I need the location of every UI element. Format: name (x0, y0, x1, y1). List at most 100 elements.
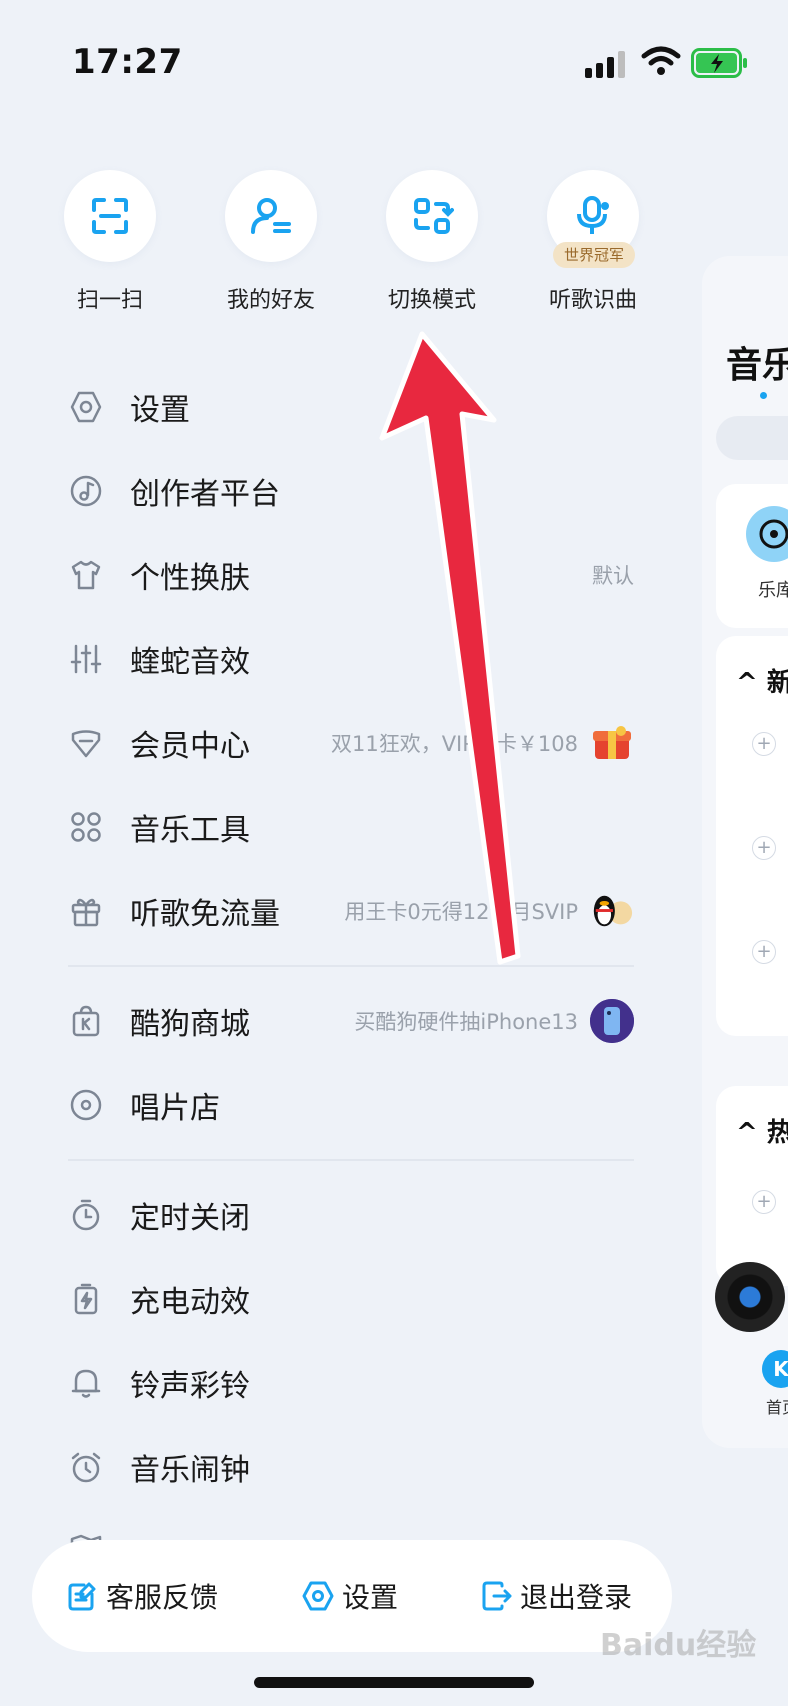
quick-entry-card: 乐库 (716, 484, 788, 628)
section-title-text: 热 (766, 1118, 788, 1148)
friends-icon (225, 170, 317, 262)
section-title-text: 新 (766, 668, 788, 698)
menu-label: 设置 (130, 393, 190, 428)
quick-scan-label: 扫一扫 (76, 288, 143, 313)
add-icon[interactable]: + (752, 836, 776, 860)
charging-icon (68, 1281, 104, 1317)
quick-friends[interactable]: 我的好友 (201, 170, 341, 314)
main-search-bar[interactable] (716, 416, 788, 460)
skin-value: 默认 (592, 564, 634, 588)
signal-icon (585, 51, 625, 78)
logout-label: 退出登录 (520, 1581, 633, 1614)
bottom-action-bar: 客服反馈 设置 退出登录 (32, 1540, 672, 1652)
feedback-button[interactable]: 客服反馈 (66, 1540, 218, 1652)
battery-icon (691, 48, 747, 78)
champion-badge: 世界冠军 (553, 242, 635, 268)
status-bar: 17:27 (0, 0, 788, 110)
quick-friends-label: 我的好友 (226, 288, 315, 313)
menu-label: 定时关闭 (130, 1201, 250, 1236)
quick-switch-mode-label: 切换模式 (387, 288, 476, 313)
main-page-title: 音乐 (726, 345, 788, 386)
add-icon[interactable]: + (752, 940, 776, 964)
settings-label: 设置 (342, 1581, 399, 1614)
menu-label: 酷狗商城 (130, 1007, 250, 1042)
vip-promo-text: 双11狂欢，VIP年卡￥108 (330, 732, 578, 756)
quick-actions: 扫一扫 我的好友 切换模式 世界冠军 听歌识曲 (0, 170, 788, 320)
menu-item-vip-center[interactable]: 会员中心 双11狂欢，VIP年卡￥108 (64, 701, 634, 785)
status-time: 17:27 (72, 42, 183, 82)
settings-icon (302, 1581, 334, 1611)
hot-songs-section-title: ^ 热 (736, 1112, 788, 1149)
settings-icon (68, 389, 104, 425)
home-tab-icon[interactable]: K (762, 1350, 788, 1388)
menu-item-charging-effect[interactable]: 充电动效 (64, 1257, 634, 1341)
active-tab-dot (760, 392, 767, 399)
menu-label: 充电动效 (130, 1285, 250, 1320)
home-tab-label: 首页 (766, 1398, 788, 1417)
hot-songs-card: ^ 热 + (716, 1086, 788, 1286)
menu-label: 蝰蛇音效 (130, 645, 250, 680)
logout-icon (482, 1581, 512, 1611)
menu-label: 个性换肤 (130, 561, 250, 596)
home-indicator (254, 1677, 534, 1688)
shop-promo-text: 买酷狗硬件抽iPhone13 (354, 1010, 578, 1034)
scan-icon (64, 170, 156, 262)
quick-switch-mode[interactable]: 切换模式 (362, 170, 502, 314)
menu-item-skin[interactable]: 个性换肤 默认 (64, 533, 634, 617)
menu-label: 创作者平台 (130, 477, 280, 512)
menu-label: 听歌免流量 (130, 897, 280, 932)
equalizer-icon (68, 641, 104, 677)
menu-item-ringtone[interactable]: 铃声彩铃 (64, 1341, 634, 1425)
gift-box-thumb (590, 721, 634, 765)
library-label: 乐库 (758, 580, 788, 601)
quick-scan[interactable]: 扫一扫 (40, 170, 180, 314)
menu-right-text: 双11狂欢，VIP年卡￥108 (331, 701, 634, 785)
menu-item-alarm[interactable]: 音乐闹钟 (64, 1425, 634, 1509)
add-icon[interactable]: + (752, 1190, 776, 1214)
menu-right-text: 默认 (592, 533, 634, 617)
status-icons (585, 46, 750, 80)
phone-thumb (590, 999, 634, 1043)
feedback-icon (68, 1582, 96, 1611)
menu-right-text: 买酷狗硬件抽iPhone13 (354, 979, 634, 1063)
record-icon (68, 1087, 104, 1123)
menu-item-creator[interactable]: 创作者平台 (64, 449, 634, 533)
menu-label: 唱片店 (130, 1091, 220, 1126)
menu-divider (68, 1159, 634, 1161)
menu-item-shop[interactable]: 酷狗商城 买酷狗硬件抽iPhone13 (64, 979, 634, 1063)
menu-item-settings[interactable]: 设置 (64, 365, 634, 449)
shop-icon (68, 1003, 104, 1039)
bell-icon (68, 1365, 104, 1401)
free-data-promo-text: 用王卡0元得12个月SVIP (344, 900, 578, 924)
watermark: Baidu经验 (600, 1628, 757, 1663)
switch-mode-icon (386, 170, 478, 262)
wifi-icon (641, 46, 681, 75)
settings-button[interactable]: 设置 (302, 1540, 398, 1652)
add-icon[interactable]: + (752, 732, 776, 756)
menu-item-record-store[interactable]: 唱片店 (64, 1063, 634, 1147)
library-icon[interactable] (746, 506, 788, 562)
shirt-icon (68, 557, 104, 593)
menu-right-text: 用王卡0元得12个月SVIP (344, 869, 634, 953)
quick-music-recognition-label: 听歌识曲 (548, 288, 637, 313)
gift-icon (68, 893, 104, 929)
creator-icon (68, 473, 104, 509)
now-playing-vinyl[interactable] (715, 1262, 785, 1332)
tools-icon (68, 809, 104, 845)
menu-item-free-data[interactable]: 听歌免流量 用王卡0元得12个月SVIP (64, 869, 634, 953)
alarm-icon (68, 1449, 104, 1485)
menu-label: 会员中心 (130, 729, 250, 764)
menu-label: 音乐工具 (130, 813, 250, 848)
menu-item-sleep-timer[interactable]: 定时关闭 (64, 1173, 634, 1257)
quick-music-recognition[interactable]: 世界冠军 听歌识曲 (523, 170, 663, 314)
music-recognition-icon: 世界冠军 (547, 170, 639, 268)
feedback-label: 客服反馈 (106, 1581, 219, 1614)
menu-item-sound-effects[interactable]: 蝰蛇音效 (64, 617, 634, 701)
timer-icon (68, 1197, 104, 1233)
new-songs-card: ^ 新 + + + (716, 636, 788, 1036)
menu-list: 设置 创作者平台 个性换肤 默认 蝰蛇音效 会员中心 双11狂欢，VIP年卡￥1… (64, 365, 634, 1571)
menu-item-music-tools[interactable]: 音乐工具 (64, 785, 634, 869)
menu-label: 铃声彩铃 (130, 1369, 250, 1404)
menu-divider (68, 965, 634, 967)
diamond-icon (68, 725, 104, 761)
